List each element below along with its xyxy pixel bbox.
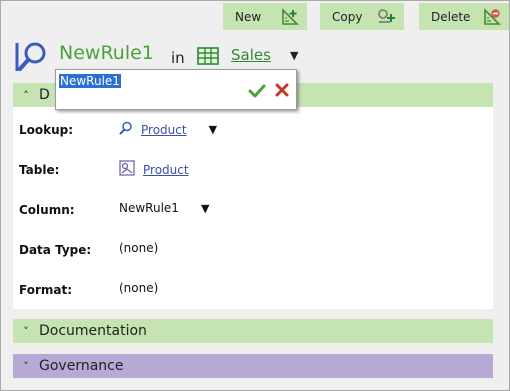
format-value: (none): [119, 281, 159, 295]
chevron-down-icon: ˅: [23, 359, 29, 373]
lookup-dropdown-caret-icon[interactable]: ▼: [209, 123, 217, 136]
details-panel: Lookup: Product ▼ Table: Product Column:…: [13, 107, 493, 309]
lookup-value: Product ▼: [119, 121, 217, 138]
magnifier-icon: [119, 121, 133, 138]
section-governance-label: Governance: [39, 358, 124, 374]
rename-input[interactable]: NewRule1: [59, 74, 121, 88]
chevron-down-icon: ˅: [23, 324, 29, 338]
section-governance-toggle[interactable]: ˅ Governance: [13, 354, 493, 378]
section-documentation-label: Documentation: [39, 323, 147, 339]
table-entity-icon: [119, 160, 135, 179]
in-label: in: [171, 49, 185, 67]
ruler-minus-icon: [483, 8, 501, 29]
table-entity-link[interactable]: Product: [143, 163, 189, 177]
section-details-label: D: [39, 87, 50, 103]
column-name: NewRule1: [119, 201, 179, 215]
delete-button[interactable]: Delete: [419, 3, 509, 30]
rule-editor-window: New Copy Delete NewRule1 in Sales ▼ ˄ D …: [0, 0, 510, 391]
rename-popup: NewRule1: [55, 69, 297, 110]
table-grid-icon: [197, 47, 219, 69]
table-link[interactable]: Sales: [231, 46, 271, 64]
table-label: Table:: [19, 163, 60, 177]
lookup-label: Lookup:: [19, 123, 74, 137]
lookup-link[interactable]: Product: [141, 123, 187, 137]
delete-button-label: Delete: [431, 9, 471, 24]
data-type-label: Data Type:: [19, 243, 92, 257]
chevron-up-icon: ˄: [23, 88, 29, 102]
new-button[interactable]: New: [223, 3, 307, 30]
rename-input-selected-text: NewRule1: [59, 74, 121, 88]
copy-button[interactable]: Copy: [320, 3, 404, 30]
data-type-value: (none): [119, 241, 159, 255]
section-documentation-toggle[interactable]: ˅ Documentation: [13, 319, 493, 343]
column-label: Column:: [19, 203, 75, 217]
rule-name-title[interactable]: NewRule1: [59, 42, 154, 64]
table-dropdown-caret-icon[interactable]: ▼: [290, 49, 298, 62]
magnifier-icon: [13, 39, 53, 79]
column-value: NewRule1 ▼: [119, 201, 209, 215]
new-button-label: New: [235, 9, 262, 24]
column-dropdown-caret-icon[interactable]: ▼: [201, 202, 209, 215]
ruler-plus-icon: [281, 8, 299, 29]
copy-button-label: Copy: [332, 9, 363, 24]
x-icon[interactable]: [274, 82, 290, 102]
check-icon[interactable]: [248, 83, 266, 103]
copy-icon: [376, 8, 396, 29]
format-label: Format:: [19, 283, 73, 297]
table-value: Product: [119, 160, 189, 179]
